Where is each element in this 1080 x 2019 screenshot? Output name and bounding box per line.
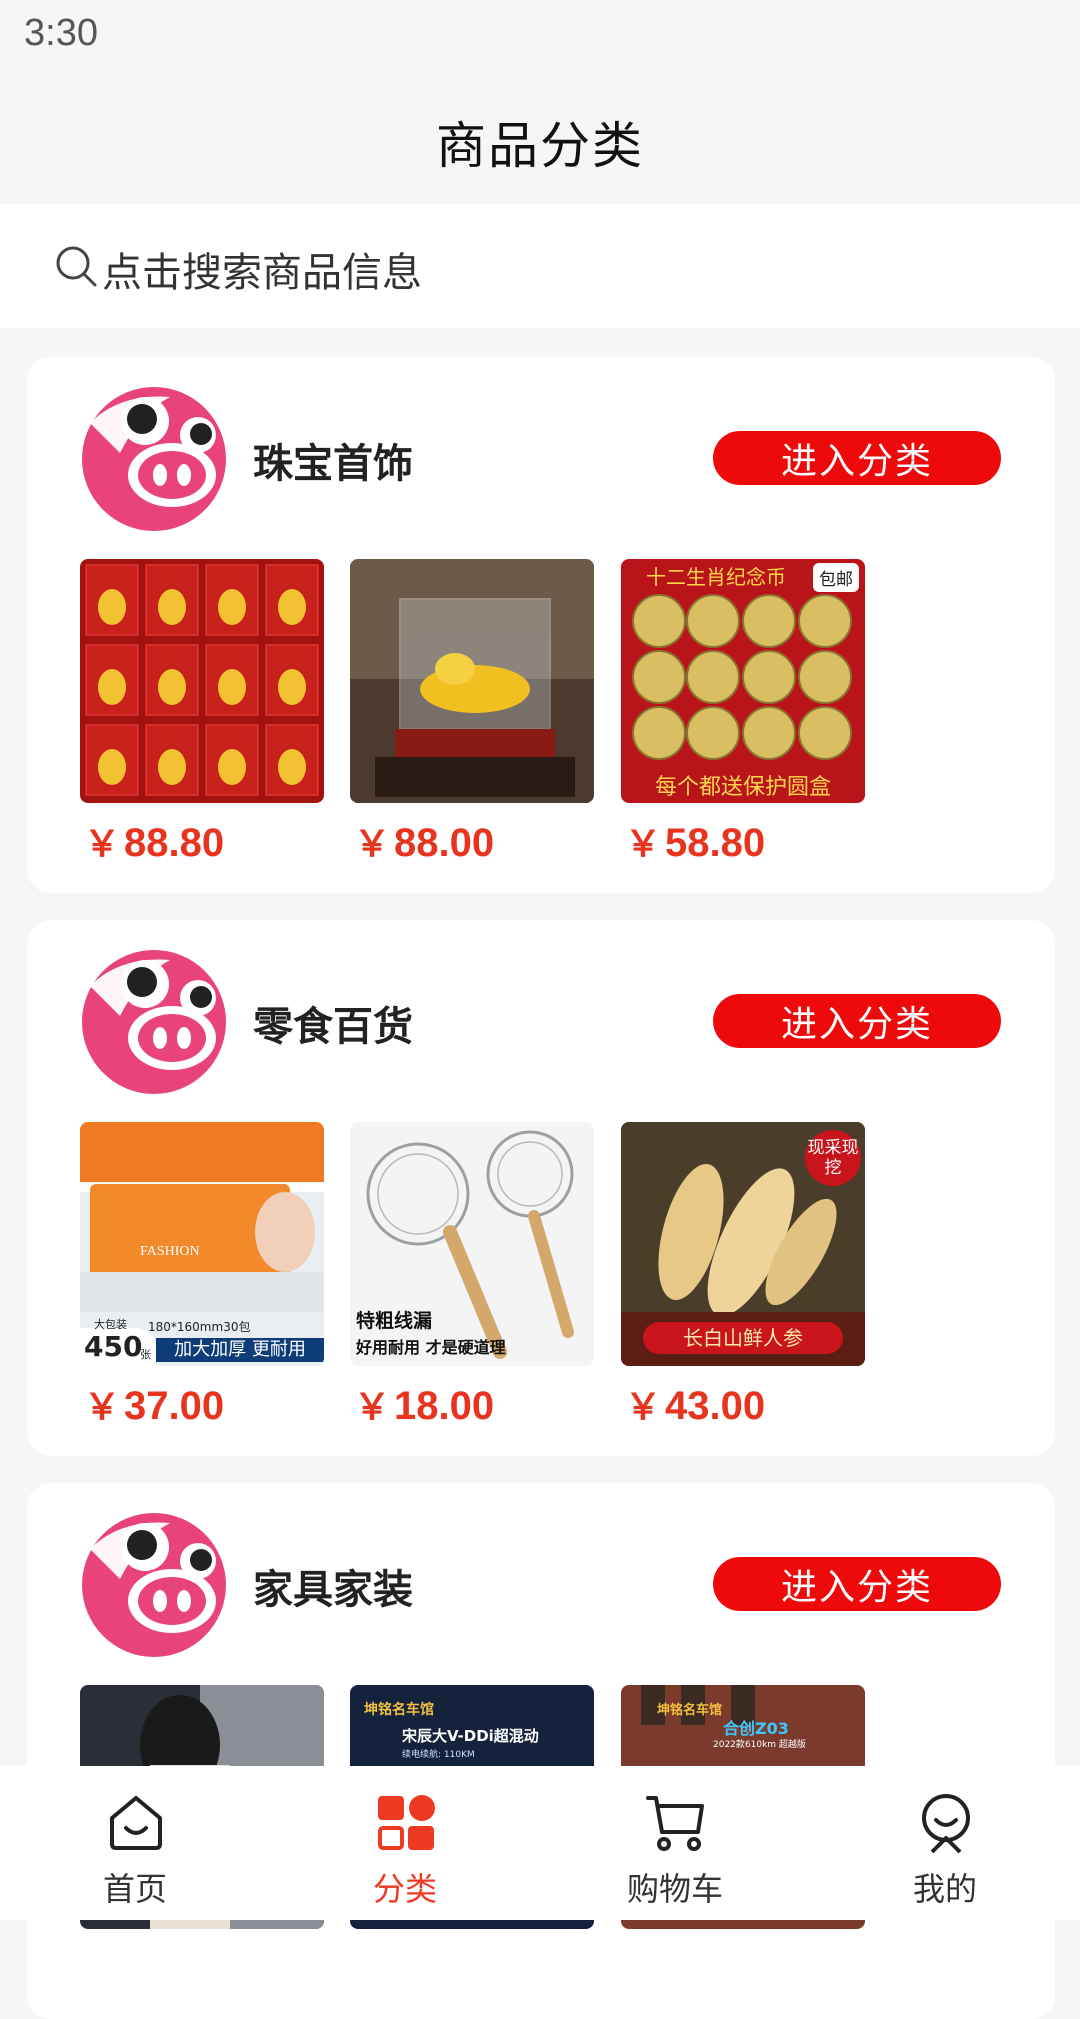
spec-text: 180*160mm30包	[148, 1320, 251, 1334]
shop-name: 坤铭名车馆	[364, 1702, 434, 1718]
product-item[interactable]: ￥ 88.80	[80, 559, 324, 867]
enter-category-button[interactable]: 进入分类	[713, 431, 1001, 485]
brand-logo	[80, 383, 228, 531]
category-name: 零食百货	[253, 1004, 413, 1050]
product-row: ￥ 88.80 ￥ 88.00 十二生肖纪念币 包邮 每个都送保护圆盒 ￥ 58…	[80, 559, 980, 879]
tab-cart[interactable]: 购物车	[540, 1766, 810, 1920]
ad-headline: 合创Z03	[723, 1719, 789, 1738]
product-image	[80, 559, 324, 803]
image-caption: 长白山鲜人参	[643, 1322, 843, 1354]
product-item[interactable]: 特粗线漏 好用耐用 才是硬道理 ￥ 18.00	[350, 1122, 594, 1430]
tab-label: 我的	[912, 1870, 977, 1908]
category-name: 珠宝首饰	[253, 441, 413, 487]
product-price: ￥ 18.00	[354, 1384, 495, 1428]
product-image: 十二生肖纪念币 包邮 每个都送保护圆盒	[621, 559, 865, 803]
enter-category-button[interactable]: 进入分类	[713, 994, 1001, 1048]
category-card-furniture: 家具家装 进入分类 坤铭名车馆 宋辰大V-DDi超混动 续电续航: 110KM	[27, 1483, 1055, 2019]
product-row: FASHION 180*160mm30包 大包装 450 张 加大加厚 更耐用 …	[80, 1122, 980, 1442]
image-caption: 加大加厚 更耐用	[156, 1338, 324, 1362]
tab-label: 购物车	[626, 1870, 723, 1908]
product-image	[350, 559, 594, 803]
product-item[interactable]: ￥ 88.00	[350, 559, 594, 867]
tab-label: 分类	[372, 1870, 437, 1908]
ad-sub: 2022款610km 超越版	[713, 1740, 806, 1750]
home-icon	[110, 1796, 162, 1850]
category-icon	[378, 1795, 435, 1850]
tab-category[interactable]: 分类	[270, 1766, 540, 1920]
product-image: 现采现挖 长白山鲜人参	[621, 1122, 865, 1366]
search-placeholder: 点击搜索商品信息	[102, 250, 422, 296]
stamp-badge: 现采现挖	[805, 1130, 861, 1186]
status-bar: 3:30	[0, 0, 1080, 80]
enter-category-button[interactable]: 进入分类	[713, 1557, 1001, 1611]
product-image: 特粗线漏 好用耐用 才是硬道理	[350, 1122, 594, 1366]
tab-profile[interactable]: 我的	[810, 1766, 1080, 1920]
brand-logo	[80, 946, 228, 1094]
image-caption-sub: 好用耐用 才是硬道理	[356, 1338, 506, 1357]
image-caption: 每个都送保护圆盒	[654, 775, 831, 800]
product-price: ￥ 88.00	[354, 821, 495, 865]
image-banner: 十二生肖纪念币	[646, 565, 786, 589]
shop-name: 坤铭名车馆	[657, 1703, 723, 1718]
count-badge: 大包装 450 张	[80, 1318, 156, 1366]
cart-icon	[646, 1796, 704, 1851]
profile-icon	[922, 1794, 970, 1854]
ad-headline: 宋辰大V-DDi超混动	[402, 1727, 539, 1745]
title-bar: 商品分类	[0, 80, 1080, 204]
free-shipping-badge: 包邮	[813, 563, 859, 592]
bottom-tab-bar: 首页 分类 购物车 我的	[0, 1766, 1080, 1920]
product-item[interactable]: FASHION 180*160mm30包 大包装 450 张 加大加厚 更耐用 …	[80, 1122, 324, 1430]
tab-label: 首页	[102, 1870, 167, 1908]
product-item[interactable]: 十二生肖纪念币 包邮 每个都送保护圆盒 ￥ 58.80	[621, 559, 865, 867]
search-icon	[56, 246, 97, 287]
product-price: ￥ 37.00	[84, 1384, 225, 1428]
product-price: ￥ 58.80	[625, 821, 766, 865]
product-item[interactable]: 现采现挖 长白山鲜人参 ￥ 43.00	[621, 1122, 865, 1430]
image-caption-title: 特粗线漏	[356, 1310, 433, 1332]
ad-sub: 续电续航: 110KM	[402, 1750, 475, 1760]
search-bar[interactable]: 点击搜索商品信息	[0, 204, 1080, 328]
tab-home[interactable]: 首页	[0, 1766, 270, 1920]
page-title: 商品分类	[436, 117, 644, 175]
product-image: FASHION 180*160mm30包 大包装 450 张 加大加厚 更耐用	[80, 1122, 324, 1366]
product-price: ￥ 43.00	[625, 1384, 766, 1428]
category-card-jewelry: 珠宝首饰 进入分类 ￥ 88.80 ￥ 88.00 十二生肖纪念币 包邮 每个都…	[27, 357, 1055, 893]
category-name: 家具家装	[253, 1567, 413, 1613]
status-time: 3:30	[24, 12, 98, 54]
brand-text: FASHION	[140, 1244, 200, 1259]
product-price: ￥ 88.80	[84, 821, 225, 865]
category-card-snacks: 零食百货 进入分类 FASHION 180*160mm30包 大包装 450 张	[27, 920, 1055, 1456]
brand-logo	[80, 1509, 228, 1657]
